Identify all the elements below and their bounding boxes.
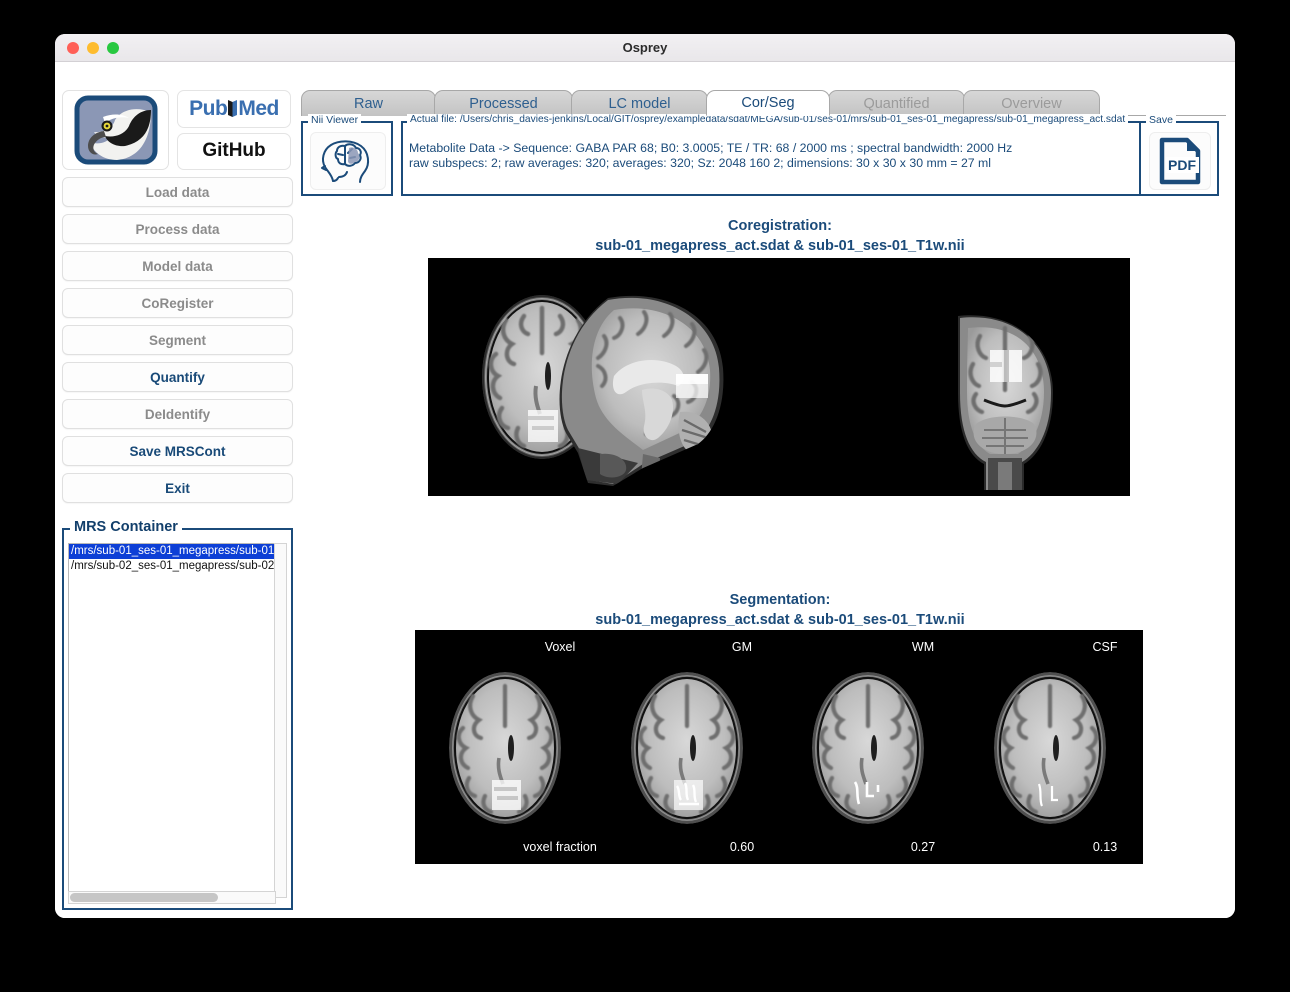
coregistration-mri-views (428, 258, 1130, 496)
file-info-panel: Actual file: /Users/chris_davies-jenkins… (401, 114, 1185, 196)
segment-column-label-voxel: Voxel (544, 640, 576, 654)
github-label: GitHub (202, 140, 266, 162)
acquisition-params-line: raw subspecs: 2; raw averages: 320; aver… (409, 156, 992, 170)
github-link[interactable]: GitHub (177, 132, 291, 170)
axial-voxel-overlay (528, 410, 558, 442)
mrs-list-horizontal-scrollbar[interactable] (68, 891, 276, 904)
mrs-container-panel: MRS Container /mrs/sub-01_ses-01_megapre… (62, 519, 293, 910)
segment-panel-wm (812, 672, 924, 824)
list-item[interactable]: /mrs/sub-02_ses-01_megapress/sub-02_me (69, 559, 275, 574)
nii-viewer-legend: Nii Viewer (308, 114, 362, 126)
window-title: Osprey (622, 40, 668, 55)
tab-bar: Raw Processed LC model Cor/Seg Quantifie… (301, 90, 1226, 116)
application-body: Pub Med GitHub Load data Process data Mod… (55, 62, 1235, 918)
metabolite-data-line: Metabolite Data -> Sequence: GABA PAR 68… (409, 141, 1013, 155)
coregistration-title: Coregistration: sub-01_megapress_act.sda… (420, 216, 1140, 256)
voxel-overlay-1 (492, 780, 521, 810)
pdf-icon-text: PDF (1168, 157, 1196, 173)
mrs-list-vertical-scrollbar[interactable] (274, 543, 287, 898)
save-pdf-button[interactable]: PDF (1149, 132, 1211, 190)
save-legend: Save (1146, 114, 1176, 126)
process-data-button[interactable]: Process data (62, 214, 293, 244)
coregister-button[interactable]: CoRegister (62, 288, 293, 318)
coronal-voxel-overlay (990, 350, 1022, 382)
close-window-button[interactable] (67, 42, 79, 54)
tab-overview[interactable]: Overview (963, 90, 1100, 116)
segmentation-title-line2: sub-01_megapress_act.sdat & sub-01_ses-0… (595, 612, 965, 628)
pubmed-text-med: Med (238, 96, 279, 120)
tab-quantified[interactable]: Quantified (828, 90, 965, 116)
voxel-overlay-gm (674, 780, 703, 810)
pubmed-link[interactable]: Pub Med (177, 90, 291, 128)
pubmed-text-pub: Pub (189, 96, 228, 120)
segment-column-label-csf: CSF (1092, 640, 1118, 654)
segment-panel-csf (994, 672, 1106, 824)
osprey-logo (62, 90, 169, 170)
tab-raw[interactable]: Raw (301, 90, 436, 116)
maximize-window-button[interactable] (107, 42, 119, 54)
nii-viewer-button[interactable] (310, 132, 386, 190)
segmentation-mri-panels (415, 630, 1143, 864)
brain-head-icon (321, 140, 370, 183)
tab-lc-model[interactable]: LC model (571, 90, 708, 116)
save-panel: Save PDF (1139, 114, 1219, 196)
osprey-application-window: Osprey Pub Med GitHub Load data Process … (55, 34, 1235, 918)
segment-column-label-wm: WM (911, 640, 935, 654)
window-controls (67, 42, 119, 54)
model-data-button[interactable]: Model data (62, 251, 293, 281)
tab-cor-seg[interactable]: Cor/Seg (706, 90, 830, 116)
coregistration-title-line2: sub-01_megapress_act.sdat & sub-01_ses-0… (595, 238, 965, 254)
coregistration-title-line1: Coregistration: (728, 218, 832, 234)
deidentify-button[interactable]: DeIdentify (62, 399, 293, 429)
minimize-window-button[interactable] (87, 42, 99, 54)
segmentation-title: Segmentation: sub-01_megapress_act.sdat … (420, 590, 1140, 630)
voxel-fraction-label: voxel fraction (523, 840, 597, 854)
exit-button[interactable]: Exit (62, 473, 293, 503)
coregistration-image (428, 258, 1130, 496)
osprey-bird-icon (74, 95, 158, 165)
sidebar-logo-row: Pub Med GitHub (62, 90, 293, 170)
gm-fraction-value: 0.60 (729, 840, 755, 854)
save-mrscont-button[interactable]: Save MRSCont (62, 436, 293, 466)
quantify-button[interactable]: Quantify (62, 362, 293, 392)
pubmed-label: Pub Med (189, 97, 279, 121)
sagittal-voxel-overlay (676, 374, 708, 398)
segmentation-image: Voxel GM WM CSF voxel fraction 0.60 0.27… (415, 630, 1143, 864)
window-titlebar: Osprey (55, 34, 1235, 62)
mrs-container-title: MRS Container (70, 519, 182, 535)
segment-column-label-gm: GM (731, 640, 753, 654)
csf-fraction-value: 0.13 (1092, 840, 1118, 854)
wm-fraction-value: 0.27 (910, 840, 936, 854)
load-data-button[interactable]: Load data (62, 177, 293, 207)
segment-button[interactable]: Segment (62, 325, 293, 355)
mrs-container-list[interactable]: /mrs/sub-01_ses-01_megapress/sub-01_me /… (68, 543, 276, 898)
nii-viewer-panel: Nii Viewer (301, 114, 393, 196)
pdf-file-icon: PDF (1159, 137, 1201, 185)
sidebar-link-column: Pub Med GitHub (177, 90, 291, 170)
tab-processed[interactable]: Processed (434, 90, 573, 116)
list-item[interactable]: /mrs/sub-01_ses-01_megapress/sub-01_me (69, 544, 275, 559)
scrollbar-thumb[interactable] (70, 893, 218, 902)
segmentation-title-line1: Segmentation: (729, 592, 831, 608)
book-icon (228, 100, 238, 118)
sidebar: Pub Med GitHub Load data Process data Mod… (62, 90, 293, 503)
